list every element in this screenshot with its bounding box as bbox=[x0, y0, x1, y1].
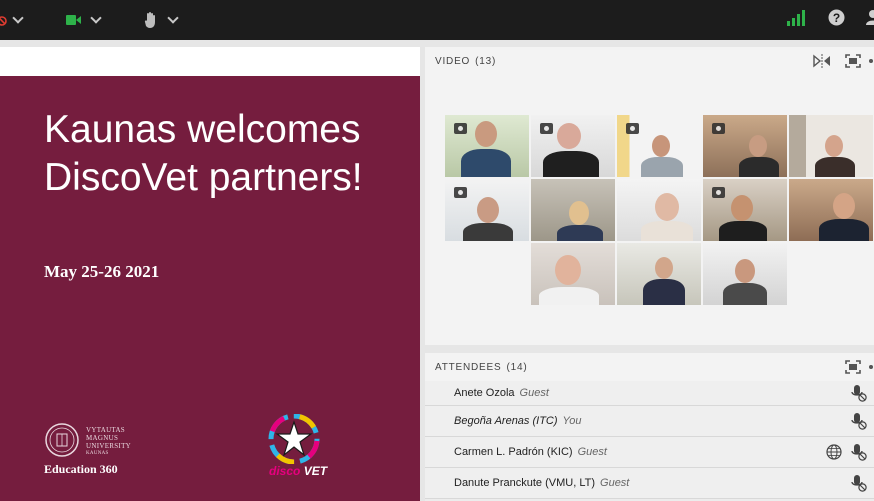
pod-options-icon[interactable] bbox=[869, 59, 873, 63]
attendees-pod: ATTENDEES (14) Anete Ozola Guest Begoña … bbox=[425, 353, 874, 501]
mirror-icon[interactable] bbox=[813, 54, 831, 68]
video-tile[interactable] bbox=[703, 115, 787, 177]
microphone-menu[interactable] bbox=[0, 9, 24, 31]
attendee-row[interactable]: Begoña Arenas (ITC) You bbox=[425, 406, 874, 437]
video-tile[interactable] bbox=[789, 115, 873, 177]
video-pod-title: VIDEO bbox=[435, 55, 471, 67]
camera-menu[interactable] bbox=[66, 9, 102, 31]
attendee-role: You bbox=[562, 415, 582, 427]
camera-off-badge-icon bbox=[712, 187, 725, 198]
video-tile[interactable] bbox=[617, 115, 701, 177]
video-tile[interactable] bbox=[531, 179, 615, 241]
raise-hand-icon bbox=[144, 12, 155, 28]
chevron-down-icon bbox=[12, 12, 24, 24]
chevron-down-icon bbox=[90, 12, 102, 24]
mic-muted-icon bbox=[0, 16, 7, 26]
attendee-role: Guest bbox=[519, 387, 549, 399]
raise-hand-menu[interactable] bbox=[143, 9, 179, 31]
video-tile[interactable] bbox=[703, 179, 787, 241]
slide-title: Kaunas welcomes DiscoVet partners! bbox=[44, 108, 363, 199]
attendee-row[interactable]: Carmen L. Padrón (KIC) Guest bbox=[425, 437, 874, 468]
attendee-list: Anete Ozola Guest Begoña Arenas (ITC) Yo… bbox=[425, 381, 874, 499]
video-pod: VIDEO (13) bbox=[425, 47, 874, 345]
attendee-name: Carmen L. Padrón (KIC) bbox=[454, 446, 573, 458]
discovet-logo: disco VET bbox=[266, 414, 328, 480]
video-tile[interactable] bbox=[703, 243, 787, 305]
top-toolbar: ? bbox=[0, 0, 874, 40]
attendee-row[interactable]: Anete Ozola Guest bbox=[425, 381, 874, 406]
mic-disabled-icon bbox=[851, 444, 867, 461]
video-pod-count: (13) bbox=[475, 55, 497, 67]
mic-disabled-icon bbox=[851, 413, 867, 430]
globe-icon bbox=[826, 444, 842, 460]
education-360-label: Education 360 bbox=[44, 462, 118, 476]
discovet-label: disco VET bbox=[269, 464, 328, 478]
camera-off-badge-icon bbox=[540, 123, 553, 134]
video-tile[interactable] bbox=[531, 243, 615, 305]
attendee-name: Begoña Arenas (ITC) bbox=[454, 415, 558, 427]
account-icon[interactable] bbox=[866, 9, 874, 25]
video-grid bbox=[445, 115, 874, 315]
help-icon[interactable]: ? bbox=[828, 9, 845, 26]
discovet-star-icon bbox=[268, 414, 320, 464]
video-tile[interactable] bbox=[617, 179, 701, 241]
chevron-down-icon bbox=[167, 12, 179, 24]
share-pod-header bbox=[0, 47, 420, 76]
attendee-name: Anete Ozola bbox=[454, 387, 515, 399]
camera-off-badge-icon bbox=[454, 123, 467, 134]
attendee-name: Danute Pranckute (VMU, LT) bbox=[454, 477, 596, 489]
attendees-pod-count: (14) bbox=[506, 361, 528, 373]
camera-off-badge-icon bbox=[454, 187, 467, 198]
camera-off-badge-icon bbox=[626, 123, 639, 134]
attendee-row[interactable]: Danute Pranckute (VMU, LT) Guest bbox=[425, 468, 874, 499]
fullscreen-icon[interactable] bbox=[845, 360, 861, 374]
camera-off-badge-icon bbox=[712, 123, 725, 134]
video-tile[interactable] bbox=[445, 179, 529, 241]
slide-date: May 25-26 2021 bbox=[44, 262, 160, 281]
video-tile[interactable] bbox=[617, 243, 701, 305]
mic-disabled-icon bbox=[851, 385, 867, 402]
video-tile[interactable] bbox=[445, 115, 529, 177]
shared-slide: Kaunas welcomes DiscoVet partners! May 2… bbox=[0, 76, 420, 501]
video-pod-header: VIDEO (13) bbox=[425, 47, 874, 75]
vmu-name: VYTAUTAS MAGNUS UNIVERSITY KAUNAS bbox=[86, 426, 131, 456]
pod-options-icon[interactable] bbox=[869, 365, 873, 369]
signal-icon bbox=[787, 10, 805, 26]
attendees-pod-header: ATTENDEES (14) bbox=[425, 353, 874, 381]
svg-text:?: ? bbox=[833, 11, 840, 25]
vmu-logo: VYTAUTAS MAGNUS UNIVERSITY KAUNAS Educat… bbox=[44, 418, 164, 478]
fullscreen-icon[interactable] bbox=[845, 54, 861, 68]
mic-disabled-icon bbox=[851, 475, 867, 492]
video-tile[interactable] bbox=[789, 179, 873, 241]
attendee-role: Guest bbox=[600, 477, 630, 489]
attendee-role: Guest bbox=[577, 446, 607, 458]
camera-icon bbox=[66, 15, 81, 25]
university-seal-icon bbox=[45, 423, 79, 457]
attendees-pod-title: ATTENDEES bbox=[435, 361, 502, 373]
video-tile[interactable] bbox=[531, 115, 615, 177]
